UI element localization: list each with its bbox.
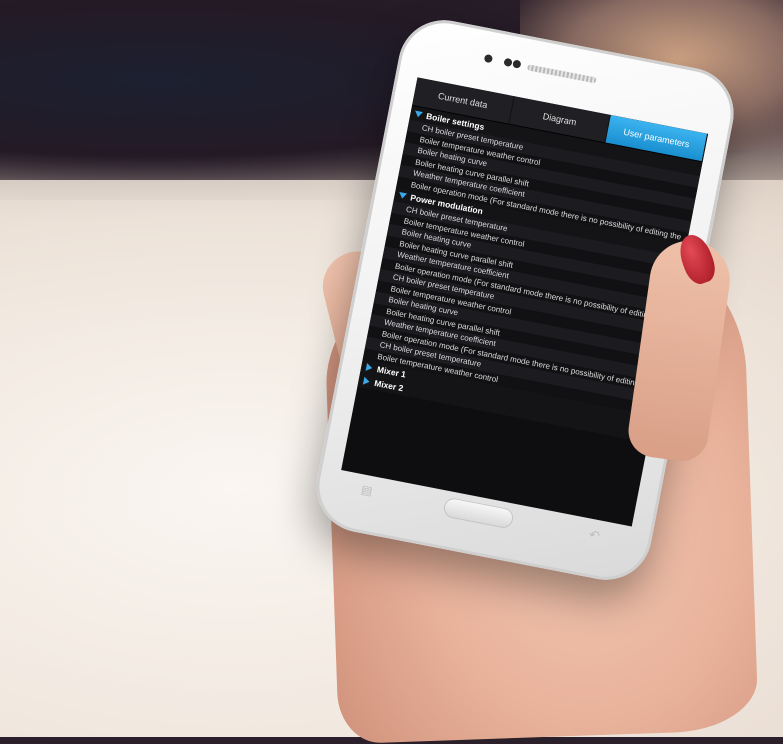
triangle-right-icon [362, 376, 371, 386]
back-arrow-icon[interactable]: ↶ [583, 526, 607, 544]
front-camera [503, 57, 513, 68]
earpiece-speaker [526, 64, 597, 84]
triangle-down-icon [413, 110, 423, 118]
triangle-down-icon [398, 192, 408, 200]
front-sensor [483, 53, 494, 64]
front-camera-2 [512, 59, 522, 69]
triangle-right-icon [365, 363, 373, 373]
menu-icon[interactable]: ▤ [355, 481, 379, 498]
section-title: Mixer 2 [373, 377, 405, 394]
